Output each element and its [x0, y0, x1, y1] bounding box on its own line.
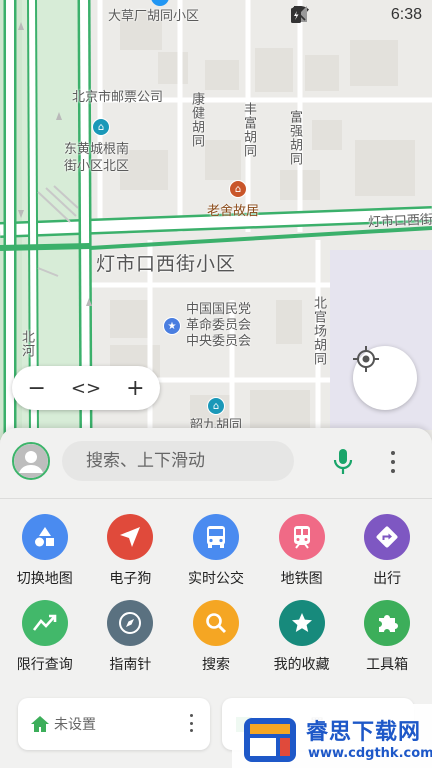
code-toggle-button[interactable]: <>: [68, 378, 104, 399]
search-row: [0, 428, 432, 496]
home-shortcut-card[interactable]: 未设置: [18, 698, 210, 750]
divider: [0, 498, 432, 499]
zoom-controls: − <> +: [12, 366, 160, 410]
tool-toolbox[interactable]: 工具箱: [345, 600, 429, 674]
map-label-top-community: 大草厂胡同小区: [108, 9, 200, 24]
tool-label: 工具箱: [366, 657, 409, 673]
tool-grid: 切换地图 电子狗 实时公交 地铁图 出行 限行查询 指南针 搜索 我的收藏 工具…: [0, 514, 432, 686]
my-location-button[interactable]: [353, 346, 417, 410]
crosshair-icon: [353, 346, 379, 372]
tool-traffic-restriction[interactable]: 限行查询: [3, 600, 87, 674]
government-pin-icon[interactable]: ★: [163, 317, 181, 335]
trend-icon: [21, 600, 68, 646]
turn-arrow-icon: [364, 514, 411, 560]
tool-travel[interactable]: 出行: [345, 514, 429, 588]
battery-charging-icon: [290, 6, 382, 23]
museum-pin-icon[interactable]: ⌂: [229, 180, 247, 198]
tool-switch-map[interactable]: 切换地图: [3, 514, 87, 588]
clock: 6:38: [390, 6, 422, 23]
map-label-dengshikou-road: 灯市口西街: [367, 212, 432, 231]
map-label-beiguanchang-hutong: 北官场胡同: [311, 296, 326, 366]
microphone-icon[interactable]: [332, 448, 354, 476]
star-icon: [278, 600, 325, 646]
map-label-kangjian-hutong: 康健胡同: [189, 92, 204, 148]
tool-label: 电子狗: [109, 571, 152, 587]
tool-label: 搜索: [201, 657, 230, 673]
no-signal-icon: [290, 6, 357, 23]
tool-label: 限行查询: [16, 657, 73, 673]
bus-icon: [192, 514, 239, 560]
shapes-icon: [21, 514, 68, 560]
watermark-title: 睿思下载网: [306, 720, 422, 745]
navigation-arrow-icon: [107, 514, 154, 560]
zoom-in-button[interactable]: +: [117, 376, 153, 401]
map-label-dongcheng-community-2: 街小区北区: [64, 159, 130, 174]
puzzle-icon: [364, 600, 411, 646]
more-options-icon[interactable]: [188, 714, 194, 732]
map-label-fengfu-hutong: 丰富胡同: [241, 102, 256, 158]
tool-label: 我的收藏: [273, 657, 330, 673]
map-label-beihe: 北河: [19, 330, 34, 358]
tool-subway-map[interactable]: 地铁图: [260, 514, 344, 588]
tool-label: 指南针: [109, 657, 152, 673]
map-label-kmt-line-2: 革命委员会: [186, 318, 252, 333]
watermark-url: www.cdgthk.com: [308, 746, 432, 761]
map-label-district: 灯市口西街小区: [96, 253, 237, 275]
avatar[interactable]: [12, 442, 50, 480]
zoom-out-button[interactable]: −: [19, 376, 55, 401]
tool-realtime-bus[interactable]: 实时公交: [174, 514, 258, 588]
home-icon: [31, 716, 49, 732]
compass-icon: [107, 600, 154, 646]
tool-label: 切换地图: [16, 571, 73, 587]
subway-icon: [278, 514, 325, 560]
tool-label: 地铁图: [280, 571, 323, 587]
search-icon: [192, 600, 239, 646]
tool-favorites[interactable]: 我的收藏: [260, 600, 344, 674]
map-label-kmt-line-1: 中国国民党: [186, 302, 252, 317]
tool-compass[interactable]: 指南针: [88, 600, 172, 674]
attraction-pin-icon[interactable]: ⌂: [207, 397, 225, 415]
map-label-post-company: 北京市邮票公司: [72, 90, 164, 105]
watermark: 睿思下载网 www.cdgthk.com: [232, 704, 432, 768]
map-label-kmt-line-3: 中央委员会: [186, 334, 252, 349]
search-input[interactable]: [62, 441, 294, 481]
status-bar: 6:38: [290, 6, 422, 24]
map-label-fuqiang-hutong: 富强胡同: [287, 110, 302, 166]
map-label-laoshe-residence: 老舍故居: [207, 204, 260, 219]
tool-label: 实时公交: [187, 571, 244, 587]
tool-speed-camera[interactable]: 电子狗: [88, 514, 172, 588]
more-options-icon[interactable]: [384, 448, 402, 476]
tool-search[interactable]: 搜索: [174, 600, 258, 674]
watermark-logo-icon: [244, 718, 296, 762]
tool-label: 出行: [373, 571, 402, 587]
wifi-icon: [290, 6, 332, 23]
attraction-pin-icon[interactable]: ⌂: [92, 118, 110, 136]
map-label-dongcheng-community-1: 东黄城根南: [64, 142, 130, 157]
map-view[interactable]: 大草厂胡同小区 北京市邮票公司 康健胡同 丰富胡同 富强胡同 ⌂ 东黄城根南 街…: [0, 0, 432, 440]
user-icon: [14, 444, 48, 478]
home-shortcut-label: 未设置: [54, 717, 96, 733]
